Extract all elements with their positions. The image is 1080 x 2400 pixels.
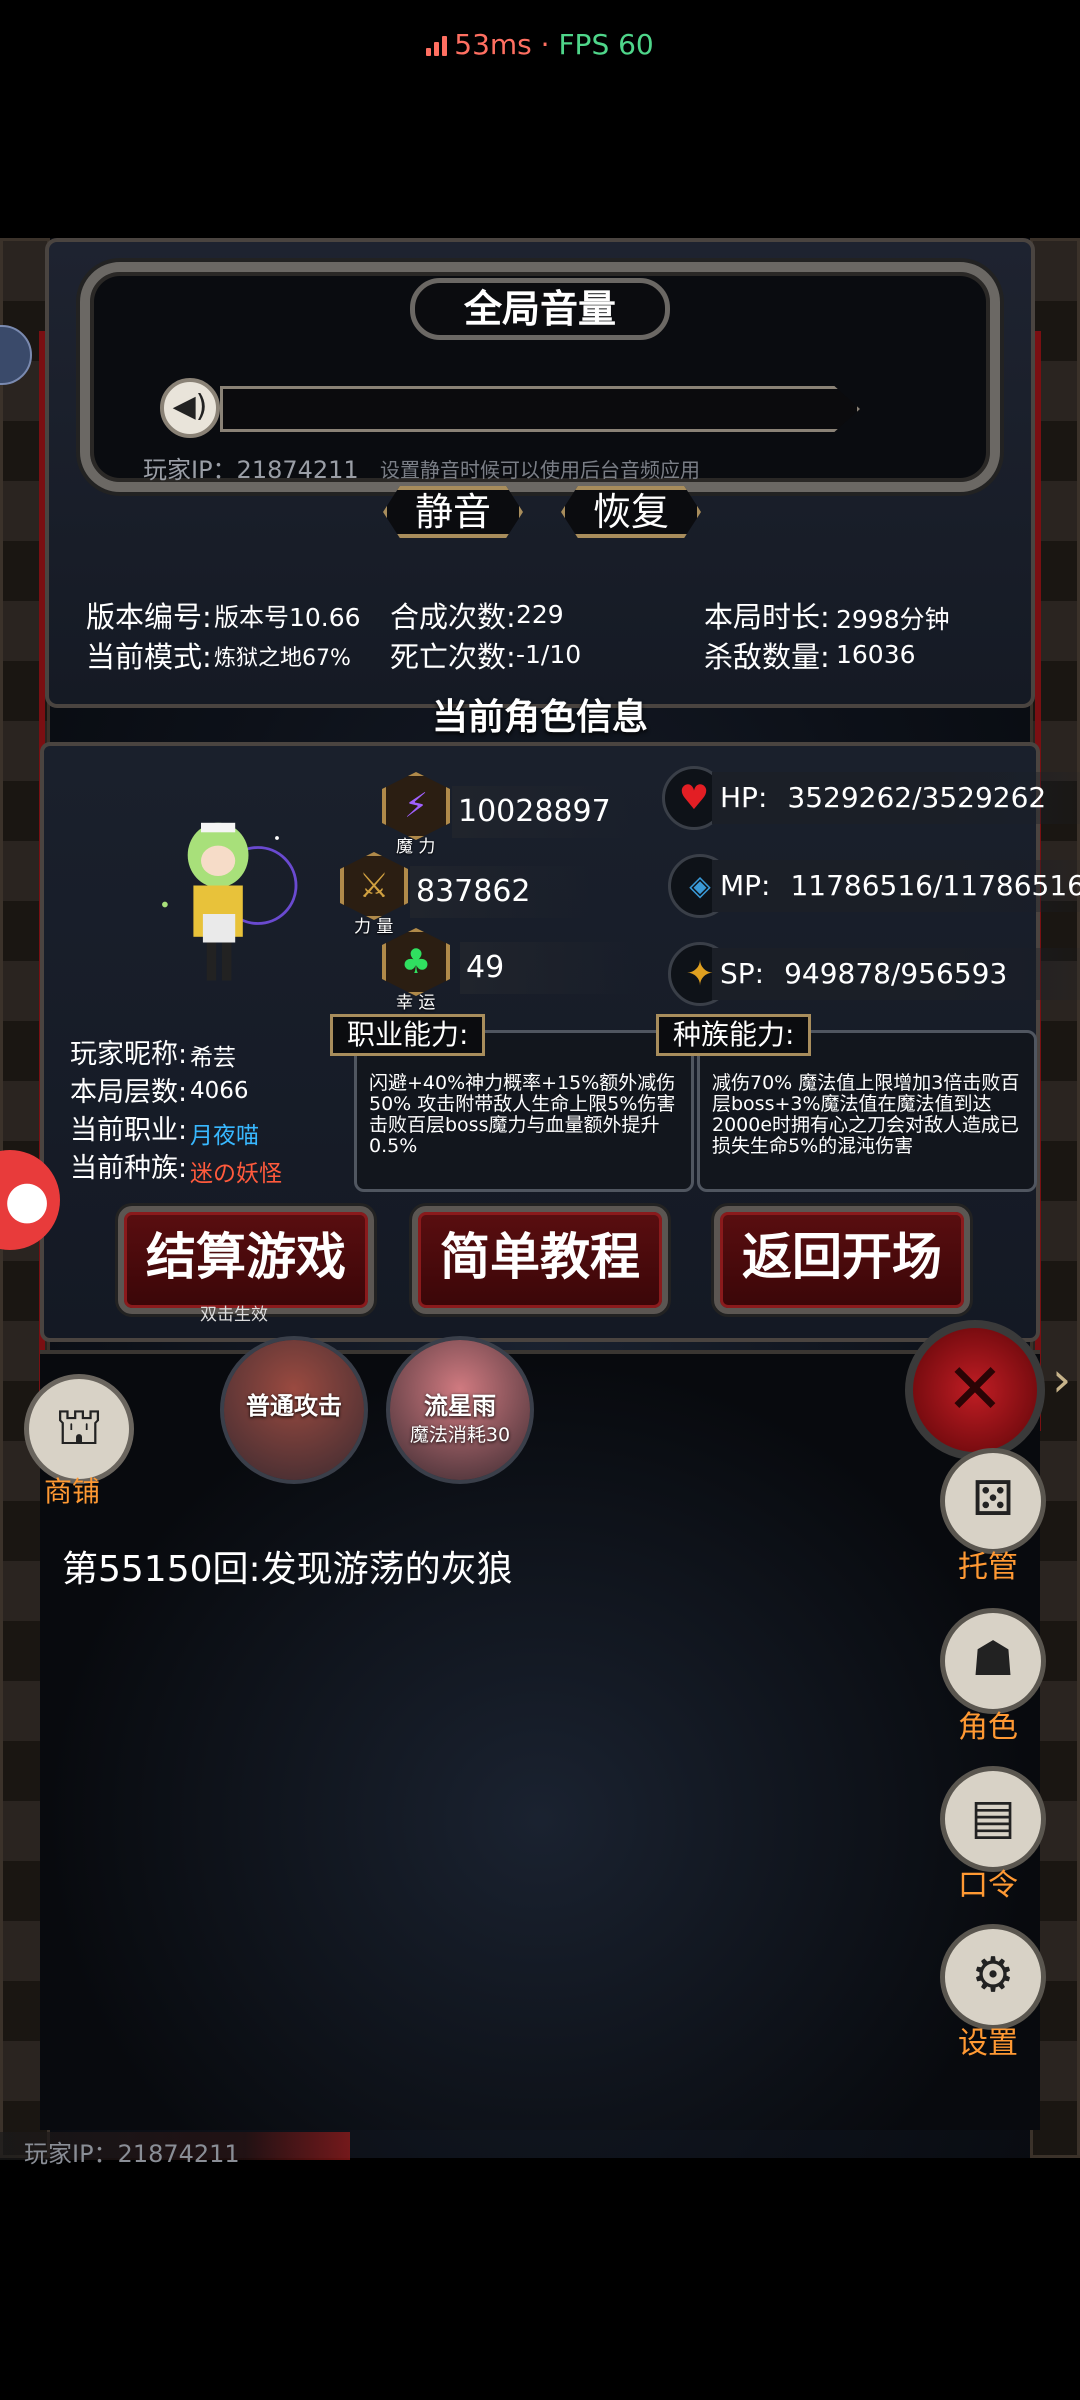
luck-caption: 幸 运 xyxy=(396,993,436,1013)
settings-label: 设置 xyxy=(958,2026,1018,2061)
status-separator: · xyxy=(531,28,559,61)
kills-label: 杀敌数量: xyxy=(704,640,830,674)
dice-icon[interactable]: ⚄ xyxy=(940,1448,1046,1554)
battle-log-line: 第55150回:发现游荡的灰狼 xyxy=(62,1549,513,1590)
player-ip-bottom: 玩家IP：21874211 xyxy=(24,2140,240,2168)
skill-name: 流星雨 xyxy=(424,1392,496,1420)
volume-slider[interactable] xyxy=(220,386,860,432)
craft-value: 229 xyxy=(516,600,564,629)
job-ability-label: 职业能力: xyxy=(330,1014,486,1056)
settle-game-button[interactable]: 结算游戏 xyxy=(118,1206,374,1314)
sp-bar: SP: 949878/956593 xyxy=(712,948,1080,1000)
volume-title: 全局音量 xyxy=(410,278,670,340)
restore-button[interactable]: 恢复 xyxy=(561,486,701,538)
tutorial-button[interactable]: 简单教程 xyxy=(412,1206,668,1314)
meteor-skill[interactable]: 流星雨 魔法消耗30 xyxy=(386,1336,534,1484)
close-icon[interactable]: ✕ xyxy=(905,1320,1045,1460)
character-sprite xyxy=(162,822,298,981)
floors-value: 4066 xyxy=(190,1078,249,1104)
chevron-right-icon[interactable]: › xyxy=(1052,1352,1071,1408)
craft-label: 合成次数: xyxy=(390,600,516,634)
nickname-label: 玩家昵称: xyxy=(70,1039,188,1070)
version-label: 版本编号: xyxy=(86,600,212,634)
hooded-figure-icon[interactable]: ☗ xyxy=(940,1608,1046,1714)
skill-name: 普通攻击 xyxy=(246,1392,342,1420)
player-ip-top: 玩家IP：21874211 xyxy=(143,456,359,484)
sp-label: SP: xyxy=(720,957,765,990)
version-value: 版本号10.66 xyxy=(214,603,361,632)
hp-label: HP: xyxy=(720,781,768,814)
volume-hint: 设置静音时候可以使用后台音频应用 xyxy=(380,458,700,482)
mp-value: 11786516/11786516 xyxy=(790,869,1080,902)
death-value: -1/10 xyxy=(516,640,582,669)
auto-label: 托管 xyxy=(958,1550,1018,1585)
ping-text: 53ms xyxy=(454,28,532,61)
mute-button[interactable]: 静音 xyxy=(383,486,523,538)
magic-caption: 魔 力 xyxy=(396,837,436,857)
gear-icon[interactable]: ⚙ xyxy=(940,1924,1046,2030)
settle-hint: 双击生效 xyxy=(200,1305,268,1325)
hp-value: 3529262/3529262 xyxy=(787,781,1047,814)
job-label: 当前职业: xyxy=(70,1115,188,1146)
job-value: 月夜喵 xyxy=(190,1123,259,1149)
strength-caption: 力 量 xyxy=(354,917,394,937)
skill-cost: 魔法消耗30 xyxy=(409,1424,511,1446)
sp-value: 949878/956593 xyxy=(784,957,1008,990)
shop-icon[interactable]: ⛫ xyxy=(24,1374,134,1484)
network-status: 53ms · FPS 60 xyxy=(0,28,1080,61)
race-label: 当前种族: xyxy=(70,1153,188,1184)
signal-icon xyxy=(426,36,448,56)
mp-bar: MP: 11786516/11786516 xyxy=(712,860,1080,912)
race-ability-label: 种族能力: xyxy=(656,1014,812,1056)
strength-value: 837862 xyxy=(410,866,590,918)
battle-log-panel xyxy=(40,1350,1040,2130)
hp-bar: HP: 3529262/3529262 xyxy=(712,772,1080,824)
role-label: 角色 xyxy=(958,1710,1018,1745)
normal-attack-skill[interactable]: 普通攻击 xyxy=(220,1336,368,1484)
mode-value: 炼狱之地67% xyxy=(214,646,351,671)
magic-value: 10028897 xyxy=(452,786,632,838)
mode-label: 当前模式: xyxy=(86,640,212,674)
mp-label: MP: xyxy=(720,869,771,902)
duration-label: 本局时长: xyxy=(704,600,830,634)
duration-value: 2998分钟 xyxy=(836,605,950,634)
fps-text: FPS 60 xyxy=(558,28,654,61)
death-label: 死亡次数: xyxy=(390,640,516,674)
race-value: 迷の妖怪 xyxy=(190,1161,282,1187)
character-section-title: 当前角色信息 xyxy=(431,697,648,738)
nickname-value: 希芸 xyxy=(190,1045,236,1071)
back-to-start-button[interactable]: 返回开场 xyxy=(714,1206,970,1314)
luck-value: 49 xyxy=(460,942,640,994)
code-label: 口令 xyxy=(958,1868,1018,1903)
floors-label: 本局层数: xyxy=(70,1077,188,1108)
book-icon[interactable]: ▤ xyxy=(940,1766,1046,1872)
kills-value: 16036 xyxy=(836,640,916,669)
speaker-icon[interactable]: ◀) xyxy=(160,378,220,438)
shop-label: 商铺 xyxy=(44,1475,101,1508)
